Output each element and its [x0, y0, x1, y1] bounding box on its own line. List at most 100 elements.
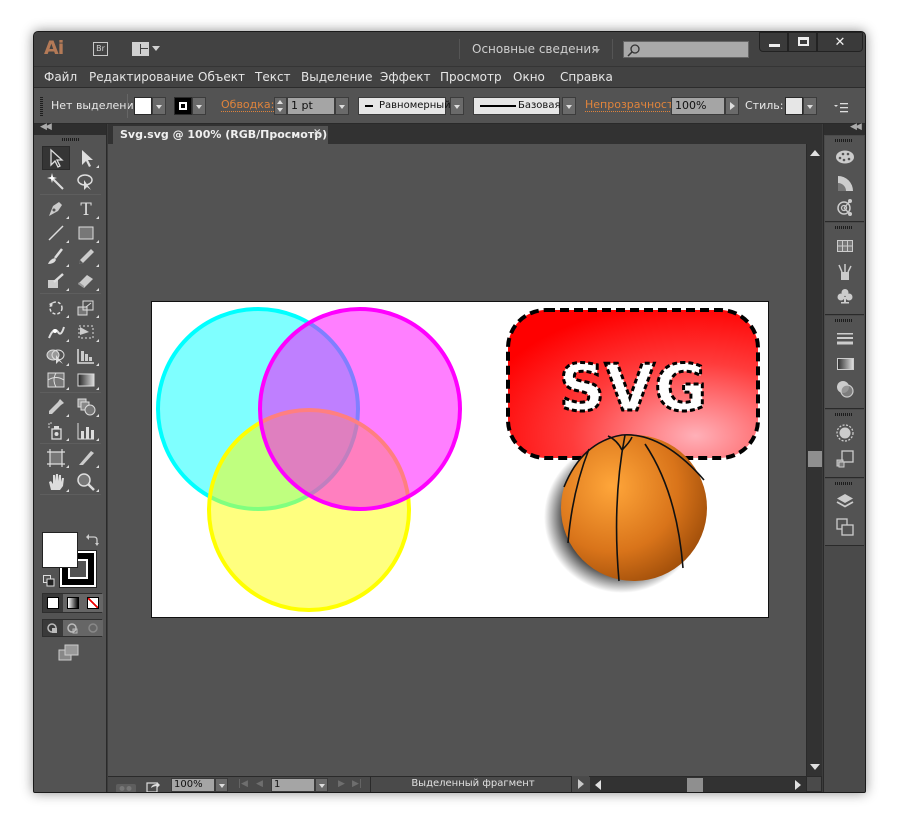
- fill-swatch[interactable]: [134, 97, 152, 115]
- menu-help[interactable]: Справка: [560, 70, 613, 84]
- maximize-button[interactable]: [788, 32, 817, 52]
- stroke-weight-stepper[interactable]: [274, 97, 287, 115]
- zoom-level-input[interactable]: 100%: [171, 778, 215, 792]
- last-artboard-icon[interactable]: ▶|: [352, 779, 362, 789]
- blend-tool[interactable]: [72, 395, 100, 419]
- scroll-up-icon[interactable]: [810, 150, 820, 156]
- width-tool[interactable]: [42, 320, 70, 344]
- draw-inside-button[interactable]: [83, 620, 103, 636]
- direct-selection-tool[interactable]: [72, 146, 100, 170]
- first-artboard-icon[interactable]: |◀: [238, 779, 248, 789]
- column-graph-tool[interactable]: [72, 419, 100, 443]
- layers-icon[interactable]: [832, 490, 858, 512]
- horizontal-scrollbar[interactable]: [590, 776, 806, 792]
- zoom-tool[interactable]: [72, 470, 100, 494]
- style-dropdown[interactable]: [803, 97, 817, 115]
- artboard-dropdown[interactable]: [315, 778, 328, 792]
- search-input[interactable]: [623, 41, 749, 58]
- stroke-dropdown[interactable]: [192, 97, 206, 115]
- mesh-tool[interactable]: [42, 368, 70, 392]
- panel-grip[interactable]: [40, 97, 43, 116]
- artboard-number-input[interactable]: 1: [271, 778, 315, 792]
- stroke-weight-input[interactable]: 1 pt: [287, 97, 335, 115]
- gradient-mode-button[interactable]: [63, 594, 83, 612]
- magic-wand-tool[interactable]: [42, 170, 70, 194]
- none-mode-button[interactable]: [83, 594, 103, 612]
- expand-panels-icon[interactable]: ◀◀: [850, 122, 862, 132]
- minimize-button[interactable]: [759, 32, 788, 52]
- dock-header[interactable]: ◀◀: [824, 122, 865, 135]
- bridge-button[interactable]: Br: [93, 42, 108, 56]
- brush-dropdown[interactable]: [562, 97, 576, 115]
- selection-tool[interactable]: [42, 146, 70, 170]
- gradient-panel-icon[interactable]: [832, 353, 858, 375]
- color-mode-button[interactable]: [43, 594, 63, 612]
- eyedropper-tool[interactable]: [42, 395, 70, 419]
- menu-view[interactable]: Просмотр: [440, 70, 502, 84]
- fill-dropdown[interactable]: [152, 97, 166, 115]
- gradient-tool[interactable]: [72, 368, 100, 392]
- color-guide-icon[interactable]: [832, 172, 858, 194]
- paintbrush-tool[interactable]: [42, 245, 70, 269]
- scale-tool[interactable]: [72, 296, 100, 320]
- opacity-panel-link[interactable]: Непрозрачность:: [585, 99, 684, 112]
- symbols-icon[interactable]: [832, 285, 858, 307]
- draw-behind-button[interactable]: [63, 620, 83, 636]
- slice-tool[interactable]: [72, 446, 100, 470]
- appearance-icon[interactable]: [832, 422, 858, 444]
- fill-color-box[interactable]: [42, 532, 78, 568]
- artboard-tool[interactable]: [42, 446, 70, 470]
- screen-mode-button[interactable]: [58, 644, 80, 662]
- free-transform-tool[interactable]: [72, 320, 100, 344]
- document-tab[interactable]: Svg.svg @ 100% (RGB/Просмотр) ×: [113, 126, 328, 144]
- menu-object[interactable]: Объект: [198, 70, 245, 84]
- gpu-performance-icon[interactable]: [116, 779, 138, 792]
- eraser-tool[interactable]: [72, 269, 100, 293]
- canvas[interactable]: SVG: [108, 144, 806, 776]
- symbol-sprayer-tool[interactable]: [42, 419, 70, 443]
- scroll-down-icon[interactable]: [810, 764, 820, 770]
- share-icon[interactable]: [146, 778, 160, 792]
- horizontal-scroll-thumb[interactable]: [687, 778, 703, 792]
- hand-tool[interactable]: [42, 470, 70, 494]
- panel-grip[interactable]: [62, 138, 80, 141]
- scroll-left-icon[interactable]: [595, 780, 601, 790]
- tools-panel-header[interactable]: ◀◀: [34, 122, 106, 135]
- transparency-icon[interactable]: [832, 378, 858, 400]
- zoom-dropdown[interactable]: [215, 778, 228, 792]
- status-menu-button[interactable]: [571, 776, 589, 792]
- color-icon[interactable]: [832, 146, 858, 168]
- variable-width-profile[interactable]: Равномерный: [358, 97, 451, 115]
- color-theme-icon[interactable]: [832, 196, 858, 218]
- rotate-tool[interactable]: [42, 296, 70, 320]
- status-text[interactable]: Выделенный фрагмент: [378, 778, 568, 789]
- previous-artboard-icon[interactable]: ◀: [256, 779, 263, 789]
- draw-normal-button[interactable]: [43, 620, 63, 636]
- stroke-panel-icon[interactable]: [832, 328, 858, 350]
- brushes-icon[interactable]: [832, 261, 858, 283]
- brush-definition[interactable]: Базовая: [473, 97, 560, 115]
- menu-effect[interactable]: Эффект: [380, 70, 431, 84]
- scroll-right-icon[interactable]: [795, 780, 801, 790]
- menu-edit[interactable]: Редактирование: [89, 70, 194, 84]
- vertical-scrollbar[interactable]: [806, 144, 822, 776]
- type-tool[interactable]: T: [72, 197, 100, 221]
- graphic-style-swatch[interactable]: [785, 97, 803, 115]
- vertical-scroll-thumb[interactable]: [808, 451, 822, 467]
- artboard[interactable]: SVG: [151, 301, 769, 618]
- menu-select[interactable]: Выделение: [301, 70, 372, 84]
- workspace-switcher[interactable]: Основные сведения: [472, 42, 598, 56]
- opacity-input[interactable]: 100%: [671, 97, 725, 115]
- collapse-icon[interactable]: ◀◀: [40, 122, 52, 132]
- chevron-down-icon[interactable]: [594, 49, 600, 53]
- lasso-tool[interactable]: [72, 170, 100, 194]
- profile-dropdown[interactable]: [450, 97, 464, 115]
- menu-window[interactable]: Окно: [513, 70, 545, 84]
- shape-builder-tool[interactable]: [42, 344, 70, 368]
- stroke-weight-dropdown[interactable]: [335, 97, 349, 115]
- magenta-circle[interactable]: [258, 307, 462, 511]
- default-fill-stroke-icon[interactable]: [43, 572, 55, 587]
- graphic-styles-icon[interactable]: [832, 448, 858, 470]
- opacity-slider-button[interactable]: [725, 97, 739, 115]
- artboards-icon[interactable]: [832, 516, 858, 538]
